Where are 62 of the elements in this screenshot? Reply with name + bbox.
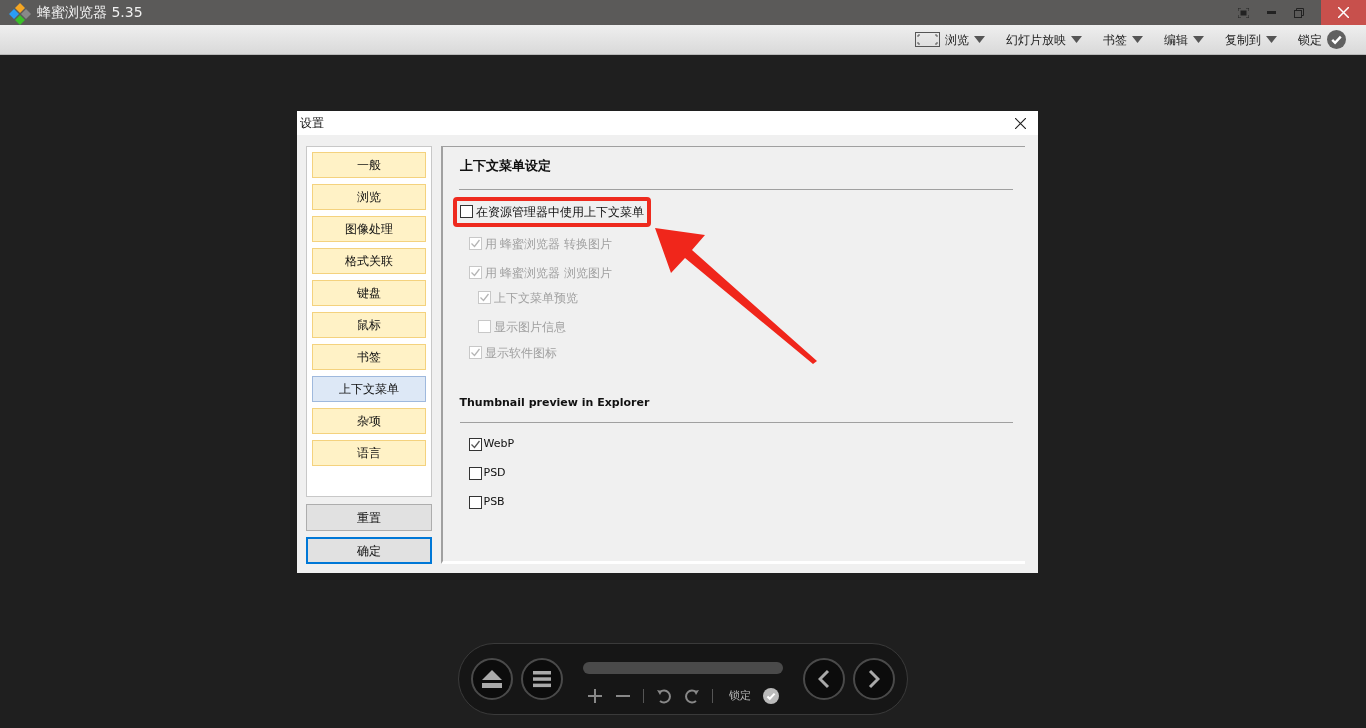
category-tab[interactable]: 键盘 [311, 280, 426, 306]
menu-icon [533, 670, 551, 688]
section-title: 上下文菜单设定 [459, 157, 552, 175]
option-label: 用 蜂蜜浏览器 转换图片 [484, 235, 613, 253]
caret-icon [974, 36, 985, 43]
check-circle-icon [763, 688, 779, 704]
dialog-title: 设置 [299, 115, 324, 132]
next-button[interactable] [853, 658, 895, 700]
option-label: 上下文菜单预览 [493, 289, 578, 307]
close-icon [1015, 117, 1026, 129]
fullscreen-icon [1237, 7, 1249, 18]
dialog-button[interactable]: 重置 [305, 504, 432, 531]
close-icon [1338, 7, 1349, 18]
lock-label: 锁定 [729, 687, 751, 704]
caret-icon [1132, 36, 1143, 43]
option-label: 显示软件图标 [484, 344, 557, 362]
category-tab[interactable]: 杂项 [311, 408, 426, 434]
minimize-icon [1266, 11, 1276, 14]
window-title: 蜂蜜浏览器 5.35 [37, 3, 143, 22]
toolbar-menu-button[interactable]: 浏览 [913, 27, 987, 52]
option-label: 在资源管理器中使用上下文菜单 [475, 203, 644, 221]
caret-icon [1071, 36, 1082, 43]
checkbox[interactable] [468, 466, 482, 480]
category-tab[interactable]: 格式关联 [311, 248, 426, 274]
checkbox[interactable] [468, 437, 482, 451]
zoom-in-icon[interactable] [587, 688, 603, 704]
option-label: 用 蜂蜜浏览器 浏览图片 [484, 264, 613, 282]
chevron-right-icon [868, 669, 880, 689]
category-tab[interactable]: 书签 [311, 344, 426, 370]
option-label: PSB [483, 493, 505, 510]
frame-icon [915, 32, 940, 47]
toolbar-menu-button[interactable]: 复制到 [1223, 27, 1279, 52]
eject-icon [482, 670, 502, 688]
option-label: 显示图片信息 [493, 318, 566, 336]
toolbar-menu-button[interactable]: 书签 [1101, 27, 1145, 52]
option-label: PSD [483, 464, 506, 481]
category-tab[interactable]: 图像处理 [311, 216, 426, 242]
check-circle-icon [1327, 30, 1346, 49]
category-tab[interactable]: 一般 [311, 152, 426, 178]
caret-icon [1266, 36, 1277, 43]
category-tab[interactable]: 语言 [311, 440, 426, 466]
caret-icon [1193, 36, 1204, 43]
toolbar-menu-button[interactable]: 幻灯片放映 [1004, 27, 1084, 52]
category-tab[interactable]: 鼠标 [311, 312, 426, 338]
close-button[interactable] [1012, 115, 1029, 131]
menu-button[interactable] [521, 658, 563, 700]
previous-button[interactable] [803, 658, 845, 700]
rotate-left-icon[interactable] [656, 688, 672, 704]
toolbar-menu-button[interactable]: 编辑 [1162, 27, 1206, 52]
chevron-left-icon [818, 669, 830, 689]
category-tab[interactable]: 上下文菜单 [311, 376, 426, 402]
rotate-right-icon[interactable] [684, 688, 700, 704]
category-tab[interactable]: 浏览 [311, 184, 426, 210]
toolbar-menu-button[interactable]: 锁定 [1296, 27, 1348, 52]
dialog-button[interactable]: 确定 [305, 537, 432, 564]
checkbox[interactable] [468, 495, 482, 509]
eject-button[interactable] [471, 658, 513, 700]
checkbox[interactable] [459, 205, 473, 218]
app-logo-icon [8, 0, 32, 25]
option-label: WebP [483, 435, 515, 452]
section-title: Thumbnail preview in Explorer [459, 394, 651, 411]
restore-icon [1294, 7, 1304, 18]
